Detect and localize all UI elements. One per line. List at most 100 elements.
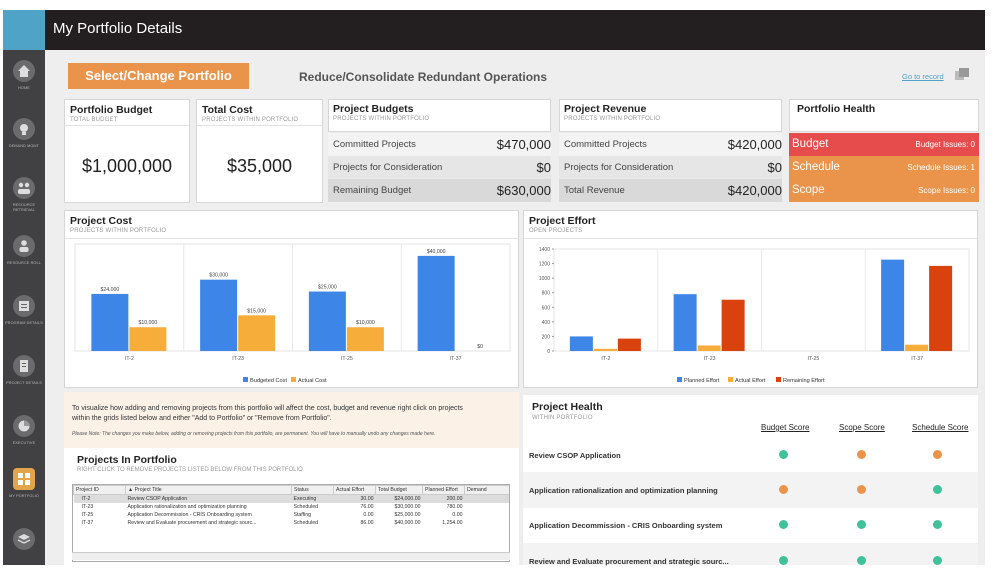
col-header-project-title[interactable]: ▲ Project Title: [125, 485, 292, 495]
data-label: $25,000: [318, 285, 337, 291]
legend-label: Budgeted Cost: [250, 378, 287, 384]
health-row-project: Application rationalization and optimiza…: [529, 486, 718, 495]
table-row[interactable]: IT-23 Application rationalization and op…: [74, 503, 510, 511]
y-tick-label: 400: [542, 320, 551, 326]
chart-title: Project Effort: [529, 215, 596, 227]
card-title: Portfolio Budget: [70, 104, 153, 116]
col-header-label: Project Title: [134, 487, 162, 493]
chart-title: Project Cost: [70, 215, 132, 227]
projects-grid[interactable]: Project ID ▲ Project Title Status Actual…: [72, 484, 510, 562]
health-row[interactable]: Review and Evaluate procurement and stra…: [523, 543, 978, 566]
revenue-row: Committed Projects $420,000: [559, 133, 782, 156]
cell-actual-effort: 0.00: [363, 511, 374, 518]
card-title: Project Budgets: [333, 103, 414, 115]
sidebar-item-resource-roll[interactable]: RESOURCE ROLL: [3, 235, 45, 287]
program-icon: [13, 295, 35, 317]
card-subtitle: TOTAL BUDGET: [70, 117, 118, 123]
score-dot-green: [779, 556, 788, 565]
score-dot-orange: [933, 450, 942, 459]
row-value: $420,000: [727, 183, 782, 198]
sidebar-item-demand-mgmt[interactable]: DEMAND MGMT: [3, 118, 45, 170]
table-row[interactable]: IT-25 Application Decommission - CRIS On…: [74, 511, 510, 519]
score-dot-orange: [857, 485, 866, 494]
project-effort-card: Project Effort OPEN PROJECTS 0 200 400 600 8…: [523, 210, 978, 388]
health-row[interactable]: Application rationalization and optimiza…: [523, 472, 978, 508]
col-header-budget-score[interactable]: Budget Score: [761, 423, 809, 432]
sidebar-item-home[interactable]: HOME: [3, 60, 45, 112]
cell-project-title: Application Decommission - CRIS Onboardi…: [127, 511, 252, 518]
sidebar-item-my-portfolio[interactable]: MY PORTFOLIO: [3, 468, 45, 520]
table-row[interactable]: IT-37 Review and Evaluate procurement an…: [74, 519, 510, 527]
row-label: Projects for Consideration: [564, 162, 674, 173]
row-label: Total Revenue: [564, 185, 625, 196]
sidebar-item-resource-retrieval[interactable]: RESOURCE RETRIEVAL: [3, 177, 45, 229]
sidebar-item-label: PROGRAM DETAILS: [5, 321, 43, 325]
sidebar-item-program-details[interactable]: PROGRAM DETAILS: [3, 295, 45, 347]
col-header-scope-score[interactable]: Scope Score: [839, 423, 885, 432]
sidebar-item-more[interactable]: [3, 528, 45, 580]
bar-budgeted-cost: [417, 255, 455, 351]
cell-demand: $: [465, 519, 510, 527]
col-header-schedule-score[interactable]: Schedule Score: [912, 423, 968, 432]
go-to-record-link[interactable]: Go to record: [902, 72, 944, 81]
sidebar-item-project-details[interactable]: PROJECT DETAILS: [3, 355, 45, 407]
table-row[interactable]: IT-2 Review CSOP Application Executing 3…: [73, 494, 509, 503]
panel-title: Project Health: [532, 401, 603, 413]
health-label: Scope: [792, 184, 825, 196]
cell-demand: $: [464, 494, 509, 503]
portfolio-health-card: Portfolio Health Budget Budget Issues: 0…: [789, 99, 979, 203]
sidebar-item-label: EXECUTIVE: [12, 441, 36, 445]
revenue-row: Total Revenue $420,000: [559, 179, 782, 202]
health-value: Scope Issues: 0: [918, 186, 975, 195]
sidebar-item-executive[interactable]: EXECUTIVE: [3, 415, 45, 467]
col-header-project-id[interactable]: Project ID: [73, 485, 126, 495]
row-value: $630,000: [496, 183, 551, 198]
grid-horizontal-scrollbar[interactable]: [72, 552, 510, 560]
cell-actual-effort: 30.00: [333, 494, 376, 503]
x-tick-label: IT-23: [232, 356, 244, 362]
health-row-project: Review and Evaluate procurement and stra…: [529, 557, 729, 566]
bar-actual-effort: [593, 348, 617, 351]
bar-planned-effort: [569, 336, 593, 351]
col-header-demand[interactable]: Demand: [464, 485, 509, 495]
x-tick-label: IT-37: [911, 356, 923, 362]
health-row[interactable]: Review CSOP Application: [523, 437, 978, 473]
person-icon: [13, 235, 35, 257]
data-label: $0: [477, 344, 483, 350]
sidebar-item-label: PROJECT DETAILS: [6, 381, 42, 385]
legend-label: Actual Effort: [735, 378, 766, 384]
bar-planned-effort: [673, 294, 697, 351]
col-header-label: Demand: [467, 487, 487, 493]
card-title: Portfolio Health: [797, 103, 876, 115]
bar-actual-effort: [905, 344, 929, 351]
x-tick-label: IT-25: [807, 356, 819, 362]
cell-status: Scheduled: [293, 503, 319, 510]
cell-status: Staffing: [293, 511, 312, 518]
bar-remaining-effort: [617, 338, 641, 351]
sidebar-item-label: DEMAND MGMT: [8, 144, 40, 148]
legend-swatch: [728, 377, 733, 382]
home-icon: [13, 60, 35, 82]
people-icon: [13, 177, 35, 199]
x-tick-label: IT-37: [450, 356, 462, 362]
cell-status: Scheduled: [293, 519, 319, 526]
x-tick-label: IT-2: [125, 356, 134, 362]
col-header-status[interactable]: Status: [291, 485, 334, 495]
select-portfolio-button[interactable]: Select/Change Portfolio: [68, 63, 249, 89]
row-label: Projects for Consideration: [333, 162, 443, 173]
y-tick-label: 800: [542, 291, 551, 297]
health-value: Budget Issues: 0: [915, 140, 975, 149]
copy-icon[interactable]: [955, 68, 969, 80]
col-header-actual-effort[interactable]: Actual Effort: [333, 485, 376, 495]
col-header-planned-effort[interactable]: Planned Effort: [422, 485, 465, 495]
col-header-total-budget[interactable]: Total Budget: [375, 485, 423, 495]
revenue-row: Projects for Consideration $0: [559, 156, 782, 179]
score-dot-green: [933, 485, 942, 494]
legend-swatch: [243, 377, 248, 382]
row-value: $470,000: [496, 137, 551, 152]
col-header-label: Project ID: [76, 487, 99, 493]
portfolio-icon: [13, 468, 35, 490]
card-title: Total Cost: [202, 104, 253, 116]
health-row[interactable]: Application Decommission - CRIS Onboardi…: [523, 507, 978, 543]
project-cost-card: Project Cost PROJECTS WITHIN PORTFOLIO $…: [64, 210, 519, 388]
